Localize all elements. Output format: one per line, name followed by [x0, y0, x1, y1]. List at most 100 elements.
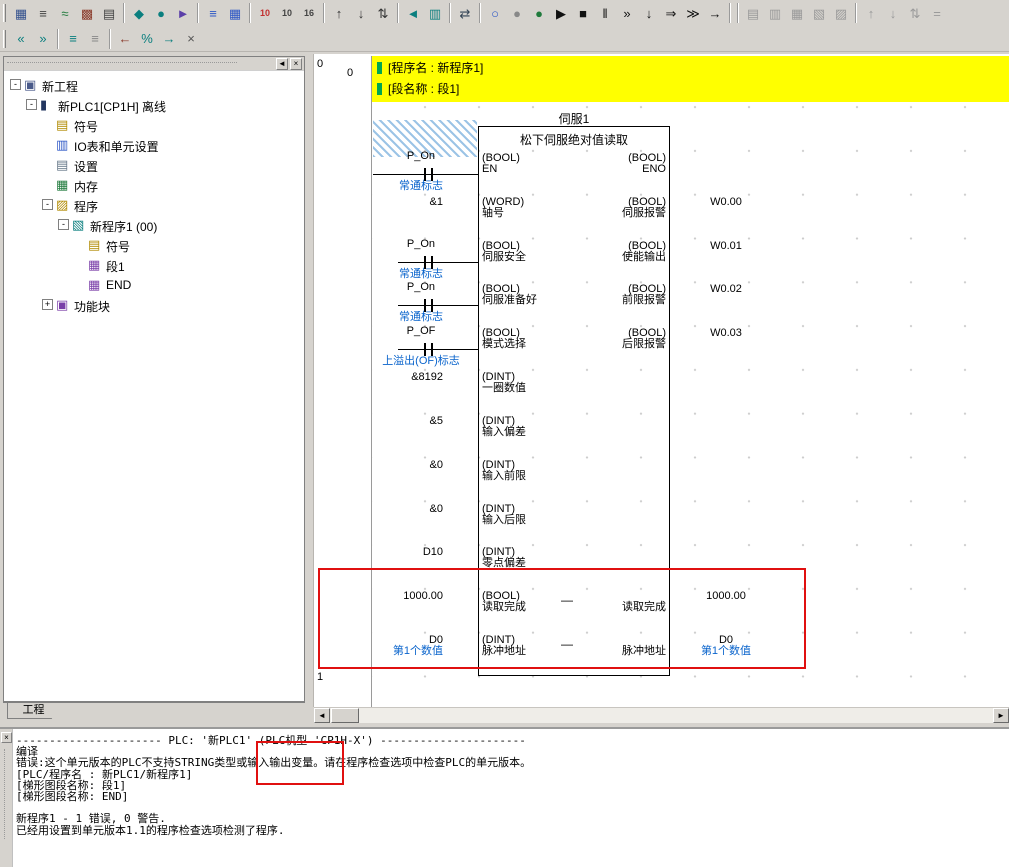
tree-expander[interactable]: -: [10, 79, 21, 90]
step-into-button[interactable]: ↓: [638, 2, 660, 24]
scrollbar-thumb[interactable]: [331, 708, 359, 723]
contact-symbol[interactable]: [431, 256, 433, 269]
fb-input-operand[interactable]: &1: [323, 197, 443, 208]
go-previous-button[interactable]: ←: [114, 28, 136, 50]
contact-symbol[interactable]: [424, 256, 426, 269]
step-over-button[interactable]: ⇒: [660, 2, 682, 24]
force-on-button[interactable]: ↑: [328, 2, 350, 24]
step-run-button[interactable]: »: [616, 2, 638, 24]
fb-input-operand[interactable]: &0: [323, 460, 443, 471]
tree-item[interactable]: -▧新程序1 (00): [4, 215, 304, 235]
tree-item[interactable]: ▤符号: [4, 235, 304, 255]
output-close-button[interactable]: ×: [1, 732, 12, 743]
fb-input-operand[interactable]: &0: [323, 504, 443, 515]
program-pause-button[interactable]: ‖: [594, 2, 616, 24]
fb-input-operand[interactable]: D10: [323, 547, 443, 558]
toolbar-grip[interactable]: [3, 4, 6, 22]
watch-window-button[interactable]: ◆: [128, 2, 150, 24]
tree-item[interactable]: ▦内存: [4, 175, 304, 195]
output-panel-handle[interactable]: ×: [0, 729, 13, 867]
tree-expander[interactable]: -: [58, 219, 69, 230]
toolbar-separator: [729, 3, 731, 23]
fb-input-pin: (BOOL)模式选择: [482, 328, 526, 350]
fb-input-operand[interactable]: P_On: [373, 151, 469, 162]
workspace-collapse-button[interactable]: ◄: [276, 58, 288, 70]
fb-output-operand[interactable]: W0.00: [688, 197, 764, 208]
fb-pin-type: (BOOL): [482, 241, 526, 252]
comment-list-button[interactable]: ≡: [84, 28, 106, 50]
program-stop-button[interactable]: ■: [572, 2, 594, 24]
pause-monitoring-button[interactable]: ▥: [424, 2, 446, 24]
monitor-window-button[interactable]: ▤: [98, 2, 120, 24]
tree-item[interactable]: ▤符号: [4, 115, 304, 135]
view-diagram-button[interactable]: ▦: [10, 2, 32, 24]
view-mnemonic-button[interactable]: ≡: [32, 2, 54, 24]
tree-item[interactable]: -▨程序: [4, 195, 304, 215]
flag-marker-button[interactable]: ►: [172, 2, 194, 24]
toolbar-grip[interactable]: [3, 30, 6, 48]
contact-wire: [398, 262, 478, 263]
force-off-button[interactable]: ↓: [350, 2, 372, 24]
workspace-close-button[interactable]: ×: [290, 58, 302, 70]
outdent-rung-button[interactable]: «: [10, 28, 32, 50]
contact-wire: [398, 305, 478, 306]
tree-item[interactable]: ▥IO表和单元设置: [4, 135, 304, 155]
tab-project[interactable]: 工程: [7, 703, 59, 719]
io-table-view-button[interactable]: ▦: [224, 2, 246, 24]
fb-input-pin: (DINT)输入前限: [482, 460, 526, 482]
tree-item[interactable]: ▦段1: [4, 255, 304, 275]
operand-comment: 常通标志: [366, 181, 476, 192]
continuous-run-button[interactable]: ≫: [682, 2, 704, 24]
monitor-decimal-button[interactable]: 10: [254, 2, 276, 24]
fb-pin-name: 轴号: [482, 208, 524, 219]
clear-search-button[interactable]: ×: [180, 28, 202, 50]
fb-input-operand[interactable]: &8192: [323, 372, 443, 383]
indent-rung-button[interactable]: »: [32, 28, 54, 50]
fb-pin-name: ENO: [540, 164, 666, 175]
io-comment-view-button[interactable]: ▩: [76, 2, 98, 24]
monitor-mode-button[interactable]: ●: [528, 2, 550, 24]
toolbar-separator: [479, 3, 481, 23]
monitor-hex-button[interactable]: 16: [298, 2, 320, 24]
clock-pulse-button[interactable]: ●: [150, 2, 172, 24]
scroll-left-button[interactable]: ◄: [314, 708, 330, 723]
tree-item[interactable]: ▤设置: [4, 155, 304, 175]
tree-item[interactable]: ▦END: [4, 275, 304, 295]
tree-item[interactable]: +▣功能块: [4, 295, 304, 315]
annotation-box-error-phrase: [256, 741, 344, 785]
work-online-button[interactable]: ○: [484, 2, 506, 24]
monitor-signed-decimal-button[interactable]: 10: [276, 2, 298, 24]
fb-output-operand[interactable]: W0.02: [688, 284, 764, 295]
tree-item[interactable]: -▣新工程: [4, 75, 304, 95]
program-run-button[interactable]: ▶: [550, 2, 572, 24]
workspace-drag-handle[interactable]: [7, 62, 237, 65]
debug-mode-button[interactable]: ●: [506, 2, 528, 24]
fb-input-operand[interactable]: &5: [323, 416, 443, 427]
debug-mode-icon: ●: [513, 7, 521, 20]
address-reference-button[interactable]: ≡: [202, 2, 224, 24]
tree-expander[interactable]: +: [42, 299, 53, 310]
tree-expander[interactable]: -: [42, 199, 53, 210]
differential-monitor-button[interactable]: ◄: [402, 2, 424, 24]
rung-list-button[interactable]: ≡: [62, 28, 84, 50]
output-drag-handle[interactable]: [4, 749, 7, 839]
fb-input-operand[interactable]: P_On: [373, 282, 469, 293]
operand-value: D10: [323, 547, 443, 558]
force-cancel-button[interactable]: ⇅: [372, 2, 394, 24]
time-chart-button[interactable]: ≈: [54, 2, 76, 24]
scan-run-button[interactable]: →: [704, 2, 726, 24]
network-comm-button[interactable]: ⇄: [454, 2, 476, 24]
horizontal-scrollbar[interactable]: ◄ ►: [314, 707, 1009, 723]
replace-symbol-button[interactable]: %: [136, 28, 158, 50]
tree-expander[interactable]: -: [26, 99, 37, 110]
fb-output-operand[interactable]: W0.01: [688, 241, 764, 252]
program-pause-icon: ‖: [602, 7, 607, 20]
fb-input-operand[interactable]: P_On: [373, 239, 469, 250]
workspace-titlebar[interactable]: ◄ ×: [4, 57, 304, 71]
tree-item[interactable]: -▮新PLC1[CP1H] 离线: [4, 95, 304, 115]
fb-input-operand[interactable]: P_OF: [373, 326, 469, 337]
fb-output-operand[interactable]: W0.03: [688, 328, 764, 339]
scroll-right-button[interactable]: ►: [993, 708, 1009, 723]
fb-pin-name: 伺服准备好: [482, 295, 537, 306]
go-next-button[interactable]: →: [158, 28, 180, 50]
